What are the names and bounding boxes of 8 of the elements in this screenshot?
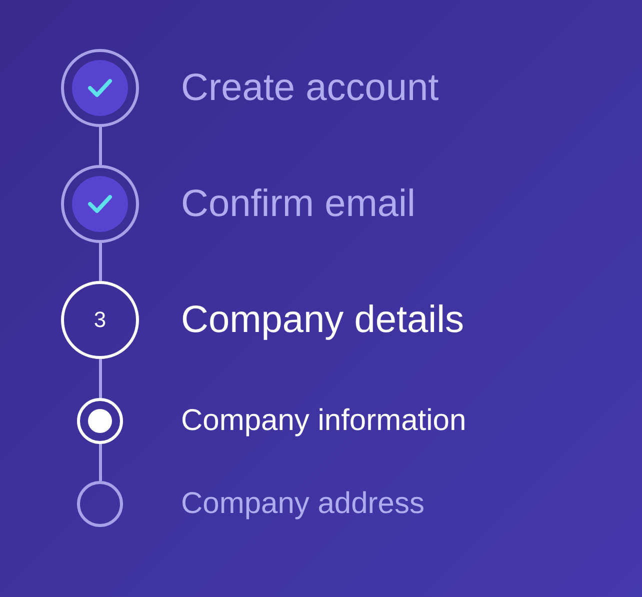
step-number: 3 [61,281,139,359]
substep-label: Company information [181,404,468,438]
check-icon [87,194,113,214]
step-label: Create account [181,66,440,110]
check-icon [87,78,113,98]
step-label: Confirm email [181,182,416,226]
step-label: Company details [181,298,466,342]
substep-label: Company address [181,487,426,521]
